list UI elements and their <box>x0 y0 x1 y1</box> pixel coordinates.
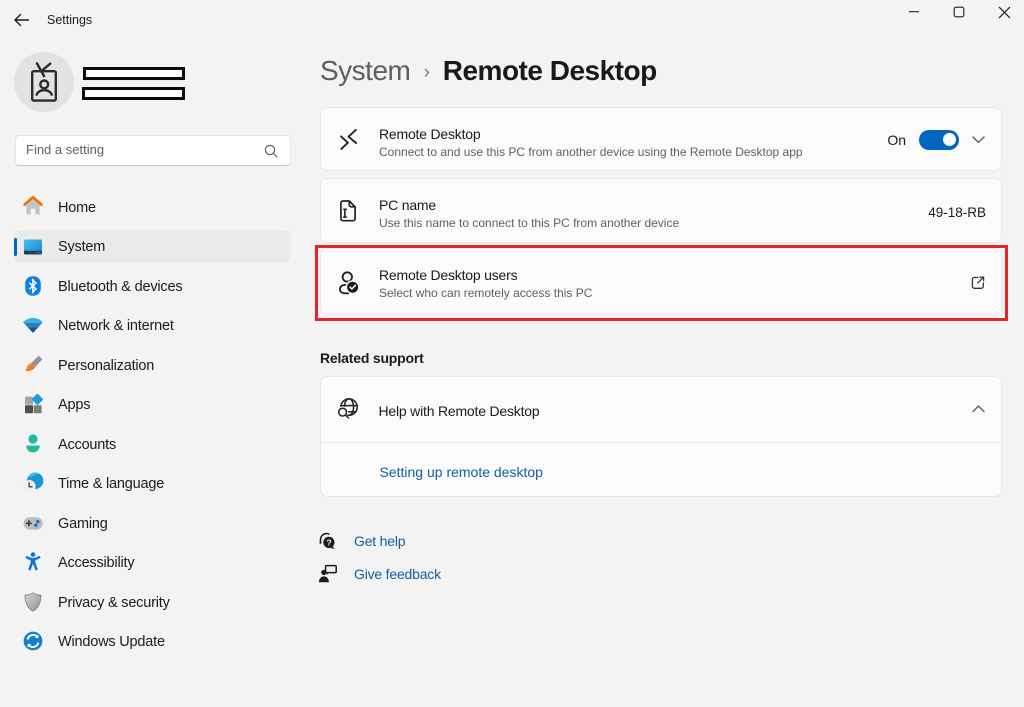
svg-text:?: ? <box>326 537 331 547</box>
